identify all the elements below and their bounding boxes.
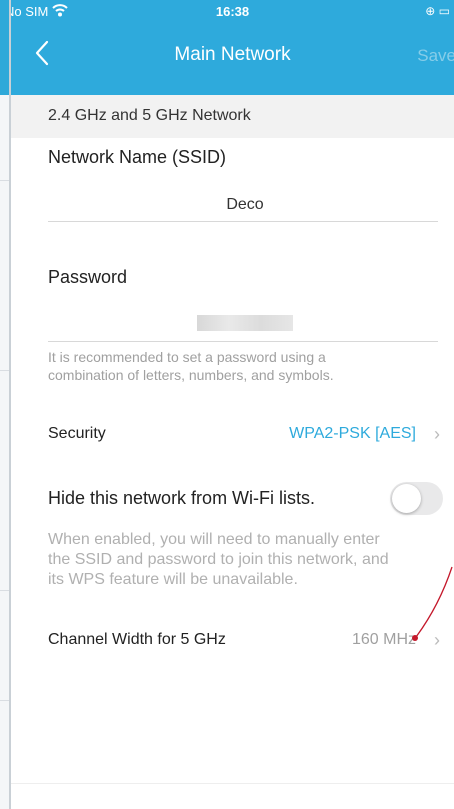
channel-width-row[interactable]: Channel Width for 5 GHz 160 MHz › [48, 626, 442, 656]
background-window-strip [0, 0, 9, 809]
background-divider [0, 700, 9, 701]
security-label: Security [48, 425, 106, 442]
security-row[interactable]: Security WPA2-PSK [AES] › [48, 420, 442, 450]
password-hint: It is recommended to set a password usin… [48, 348, 443, 384]
hide-network-toggle[interactable] [390, 482, 443, 515]
nav-bar: Main Network Save [11, 32, 454, 76]
password-hint-line: combination of letters, numbers, and sym… [48, 367, 334, 383]
security-value: WPA2-PSK [AES] [289, 425, 416, 442]
ssid-input[interactable] [48, 187, 442, 223]
password-masked-value [197, 315, 293, 331]
status-icons: ⊕ ▭ [425, 4, 450, 18]
background-divider [0, 180, 9, 181]
bottom-divider [11, 783, 454, 784]
annotation-pointer [412, 566, 453, 641]
toggle-knob [392, 484, 421, 513]
background-divider [0, 370, 9, 371]
ssid-label: Network Name (SSID) [48, 147, 227, 167]
status-time: 16:38 [215, 4, 250, 19]
password-hint-line: It is recommended to set a password usin… [48, 349, 326, 365]
section-title: 2.4 GHz and 5 GHz Network [48, 107, 251, 124]
background-header-strip [0, 0, 9, 95]
page-title: Main Network [174, 44, 291, 65]
save-button[interactable]: Save [417, 46, 454, 66]
channel-width-label: Channel Width for 5 GHz [48, 631, 226, 648]
status-bar: No SIM 16:38 ⊕ ▭ [11, 0, 454, 24]
hide-hint-line: the SSID and password to join this netwo… [48, 551, 389, 568]
chevron-right-icon: › [434, 424, 440, 444]
section-header: 2.4 GHz and 5 GHz Network [11, 95, 454, 138]
hide-hint-line: its WPS feature will be unavailable. [48, 571, 298, 588]
app-header: No SIM 16:38 ⊕ ▭ Main Network Save [11, 0, 454, 95]
hide-network-label: Hide this network from Wi-Fi lists. [48, 488, 316, 508]
main-network-screen: No SIM 16:38 ⊕ ▭ Main Network Save 2.4 G… [11, 0, 454, 809]
ssid-field-wrapper [48, 187, 442, 223]
background-divider [0, 590, 9, 591]
hide-hint-line: When enabled, you will need to manually … [48, 531, 380, 548]
password-label: Password [48, 267, 128, 287]
hide-network-hint: When enabled, you will need to manually … [48, 530, 443, 590]
